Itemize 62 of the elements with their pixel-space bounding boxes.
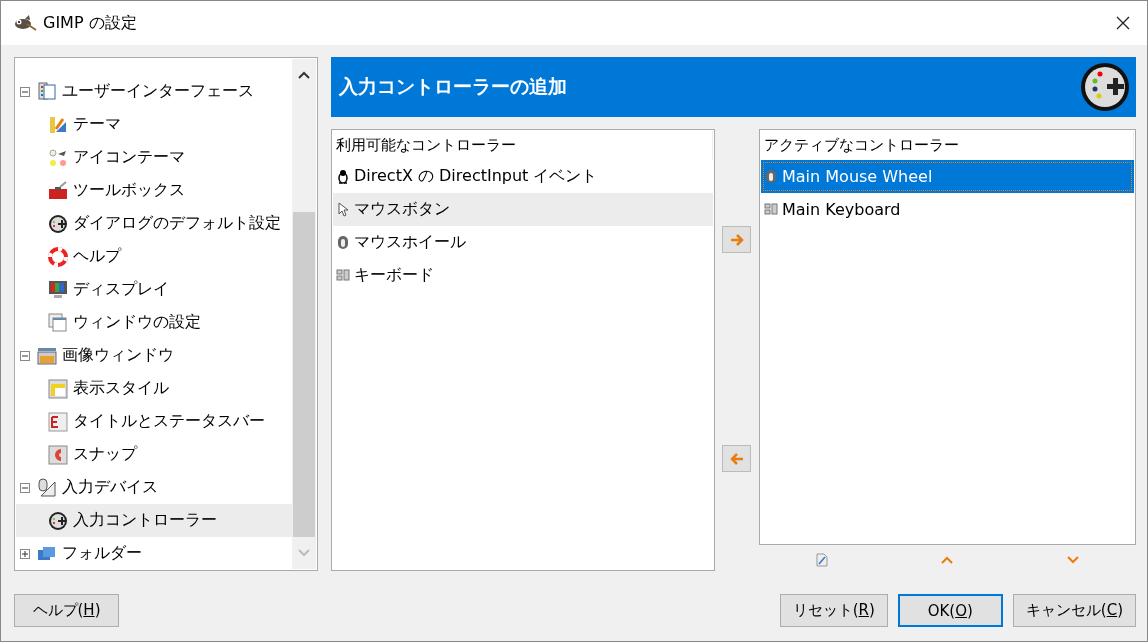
list-item[interactable]: Main Keyboard bbox=[761, 193, 1134, 226]
keyboard-keys-icon bbox=[336, 268, 350, 283]
mouse-icon bbox=[764, 169, 778, 184]
remove-button[interactable] bbox=[722, 445, 751, 472]
tree-item[interactable]: ディスプレイ bbox=[16, 273, 292, 306]
tree-item[interactable]: ウィンドウの設定 bbox=[16, 306, 292, 339]
app-icon bbox=[13, 15, 37, 31]
tree-item[interactable]: フォルダー bbox=[16, 537, 292, 569]
gamepad-icon bbox=[48, 213, 68, 234]
tree-item[interactable]: タイトルとステータスバー bbox=[16, 405, 292, 438]
tree-item[interactable]: 入力コントローラー bbox=[16, 504, 292, 537]
tree-item[interactable]: ユーザーインターフェース bbox=[16, 75, 292, 108]
list-item[interactable]: マウスボタン bbox=[333, 193, 713, 226]
dialog-button[interactable]: OK(O) bbox=[897, 594, 1003, 627]
tree-item[interactable]: スナップ bbox=[16, 438, 292, 471]
swatch-icon bbox=[48, 114, 68, 135]
toolbox-icon bbox=[48, 180, 68, 201]
tree-item[interactable]: 入力デバイス bbox=[16, 471, 292, 504]
dialog-button[interactable]: キャンセル(C) bbox=[1012, 594, 1136, 627]
penguin-icon bbox=[336, 169, 350, 184]
windows-icon bbox=[48, 312, 68, 333]
collapse-icon[interactable] bbox=[20, 86, 30, 97]
tree-item[interactable]: 表示スタイル bbox=[16, 372, 292, 405]
add-button[interactable] bbox=[722, 226, 751, 253]
collapse-icon[interactable] bbox=[20, 482, 30, 493]
picture-window-icon bbox=[37, 345, 57, 366]
expand-icon[interactable] bbox=[20, 548, 30, 559]
list-item[interactable]: マウスホイール bbox=[333, 226, 713, 259]
window-style-icon bbox=[48, 378, 68, 399]
keyboard-keys-icon bbox=[764, 202, 778, 217]
list-heading: 利用可能なコントローラー bbox=[333, 131, 713, 160]
move-down-icon[interactable] bbox=[1067, 556, 1080, 564]
gamepad-icon bbox=[48, 510, 68, 531]
list-item[interactable]: キーボード bbox=[333, 259, 713, 292]
move-up-icon[interactable] bbox=[941, 556, 954, 564]
tree-item[interactable]: ダイアログのデフォルト設定 bbox=[16, 207, 292, 240]
list-item[interactable]: Main Mouse Wheel bbox=[761, 160, 1134, 193]
scrollbar[interactable] bbox=[292, 59, 316, 569]
edit-icon[interactable] bbox=[815, 553, 828, 567]
pointer-icon bbox=[336, 202, 350, 217]
window-icon bbox=[37, 81, 57, 102]
collapse-icon[interactable] bbox=[20, 350, 30, 361]
lifebuoy-icon bbox=[48, 246, 68, 267]
dialog-button[interactable]: ヘルプ(H) bbox=[14, 594, 119, 627]
monitor-icon bbox=[48, 279, 68, 300]
tree-item[interactable]: アイコンテーマ bbox=[16, 141, 292, 174]
faces-icon bbox=[48, 147, 68, 168]
tree-item[interactable]: テーマ bbox=[16, 108, 292, 141]
list-item[interactable]: DirectX の DirectInput イベント bbox=[333, 160, 713, 193]
tree-item[interactable]: ヘルプ bbox=[16, 240, 292, 273]
right-arrow-icon bbox=[728, 231, 745, 248]
close-icon[interactable] bbox=[1115, 15, 1131, 31]
tree-item[interactable]: ツールボックス bbox=[16, 174, 292, 207]
window-title: GIMP の設定 bbox=[43, 12, 137, 34]
gamepad-icon bbox=[1080, 62, 1130, 112]
scrollbar-thumb[interactable] bbox=[293, 212, 315, 537]
scroll-up-icon[interactable] bbox=[298, 71, 310, 79]
page-title: 入力コントローラーの追加 bbox=[339, 74, 567, 99]
dialog-button[interactable]: リセット(R) bbox=[779, 594, 888, 627]
tree-item[interactable]: 画像ウィンドウ bbox=[16, 339, 292, 372]
mouse-icon bbox=[336, 235, 350, 250]
left-arrow-icon bbox=[728, 450, 745, 467]
